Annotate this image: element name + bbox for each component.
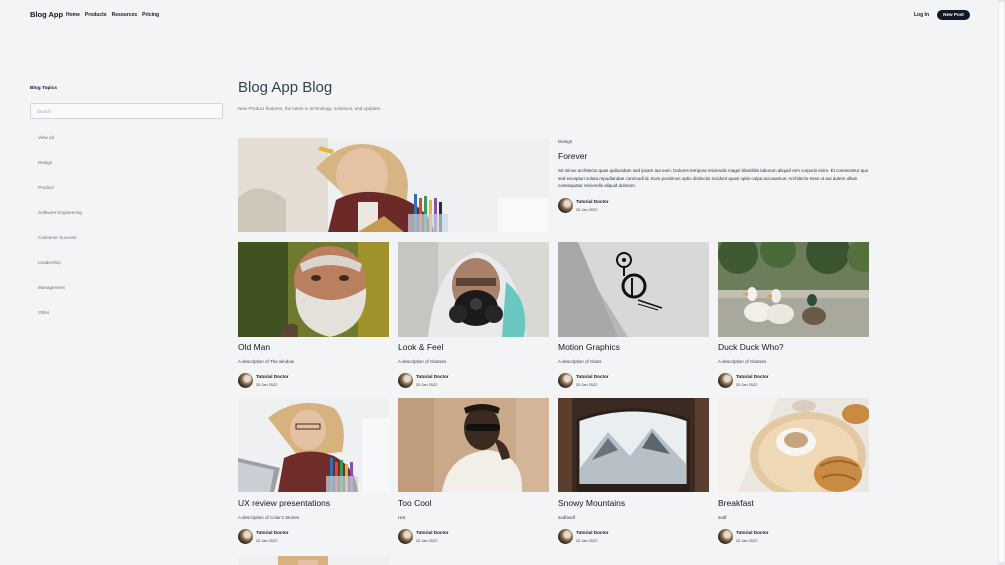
post-description: A description of The window — [238, 359, 294, 364]
author-name: Tutorial Doctor — [736, 374, 769, 379]
login-link[interactable]: Log In — [914, 12, 929, 18]
author-name: Tutorial Doctor — [256, 530, 289, 535]
post-author[interactable]: Tutorial Doctor 20 Jan 2022 — [238, 373, 358, 389]
post-date: 20 Jan 2022 — [736, 538, 758, 543]
main-nav: Home Products Resources Pricing — [66, 12, 159, 18]
topic-design[interactable]: Design — [38, 160, 52, 165]
post-image-ux-review[interactable] — [238, 398, 389, 492]
post-date: 20 Jan 2022 — [416, 382, 438, 387]
author-name: Tutorial Doctor — [576, 530, 609, 535]
post-date: 20 Jan 2022 — [256, 382, 278, 387]
page-subtitle: New Product features, the latest in tech… — [238, 106, 382, 111]
nav-products[interactable]: Products — [85, 12, 107, 18]
post-date: 20 Jan 2022 — [736, 382, 758, 387]
page-scrollbar[interactable] — [998, 0, 1005, 565]
author-name: Tutorial Doctor — [416, 530, 449, 535]
post-title[interactable]: Too Cool — [398, 498, 432, 508]
new-post-button[interactable]: New Post — [937, 10, 970, 20]
post-author[interactable]: Tutorial Doctor 20 Jan 2022 — [558, 529, 678, 545]
topic-management[interactable]: Management — [38, 285, 65, 290]
blog-page: Blog App Home Products Resources Pricing… — [0, 0, 1005, 565]
post-image-next-row[interactable] — [238, 554, 389, 565]
post-image-old-man[interactable] — [238, 242, 389, 337]
featured-title[interactable]: Forever — [558, 151, 587, 161]
post-description: A description of Glasses — [718, 359, 767, 364]
featured-post-image[interactable] — [238, 138, 549, 232]
post-author[interactable]: Tutorial Doctor 20 Jan 2022 — [398, 529, 518, 545]
avatar — [558, 373, 573, 388]
avatar — [558, 529, 573, 544]
post-image-business-card[interactable] — [558, 242, 709, 337]
author-name: Tutorial Doctor — [416, 374, 449, 379]
post-author[interactable]: Tutorial Doctor 20 Jan 2022 — [558, 373, 678, 389]
topic-other[interactable]: Other — [38, 310, 50, 315]
nav-pricing[interactable]: Pricing — [142, 12, 159, 18]
post-description: A description of Glasses — [398, 359, 447, 364]
post-title[interactable]: Motion Graphics — [558, 342, 620, 352]
featured-excerpt: Sit minus architecto quas quibusdam sed … — [558, 168, 869, 189]
post-description: A description of Glass — [558, 359, 602, 364]
post-image-gas-mask[interactable] — [398, 242, 549, 337]
post-author[interactable]: Tutorial Doctor 20 Jan 2022 — [718, 373, 838, 389]
avatar — [718, 529, 733, 544]
topic-leadership[interactable]: Leadership — [38, 260, 61, 265]
post-description: Hat — [398, 515, 406, 520]
avatar — [718, 373, 733, 388]
topic-product[interactable]: Product — [38, 185, 54, 190]
featured-category[interactable]: Design — [558, 139, 572, 144]
post-author[interactable]: Tutorial Doctor 20 Jan 2022 — [718, 529, 838, 545]
post-author[interactable]: Tutorial Doctor 20 Jan 2022 — [398, 373, 518, 389]
post-date: 20 Jan 2022 — [576, 538, 598, 543]
post-description: asdf — [718, 515, 727, 520]
post-title[interactable]: Breakfast — [718, 498, 754, 508]
author-name: Tutorial Doctor — [256, 374, 289, 379]
post-date: 20 Jan 2022 — [576, 382, 598, 387]
post-title[interactable]: Duck Duck Who? — [718, 342, 784, 352]
post-image-breakfast[interactable] — [718, 398, 869, 492]
scrollbar-thumb[interactable] — [999, 2, 1004, 562]
nav-home[interactable]: Home — [66, 12, 80, 18]
topic-software-engineering[interactable]: Software Engineering — [38, 210, 82, 215]
author-name: Tutorial Doctor — [736, 530, 769, 535]
author-name: Tutorial Doctor — [576, 374, 609, 379]
post-title[interactable]: Old Man — [238, 342, 270, 352]
avatar — [558, 198, 573, 213]
nav-resources[interactable]: Resources — [112, 12, 138, 18]
post-title[interactable]: Snowy Mountains — [558, 498, 625, 508]
avatar — [238, 529, 253, 544]
post-image-sunglasses[interactable] — [398, 398, 549, 492]
post-description: asdfasdf — [558, 515, 576, 520]
post-date: 20 Jan 2022 — [416, 538, 438, 543]
avatar — [398, 373, 413, 388]
author-name: Tutorial Doctor — [576, 199, 609, 204]
post-date: 20 Jan 2022 — [576, 207, 598, 212]
avatar — [238, 373, 253, 388]
topic-view-all[interactable]: View all — [38, 135, 54, 140]
post-title[interactable]: UX review presentations — [238, 498, 330, 508]
sidebar-title: Blog Topics — [30, 86, 58, 91]
app-logo[interactable]: Blog App — [30, 10, 63, 19]
page-title: Blog App Blog — [238, 79, 333, 96]
post-image-snowy-window[interactable] — [558, 398, 709, 492]
post-description: A description of Color's Stories — [238, 515, 300, 520]
avatar — [398, 529, 413, 544]
featured-author[interactable]: Tutorial Doctor 20 Jan 2022 — [558, 198, 678, 214]
top-navbar: Blog App Home Products Resources Pricing… — [0, 0, 1005, 30]
topic-customer-success[interactable]: Customer Success — [38, 235, 77, 240]
post-date: 20 Jan 2022 — [256, 538, 278, 543]
post-image-ducks[interactable] — [718, 242, 869, 337]
post-title[interactable]: Look & Feel — [398, 342, 443, 352]
post-author[interactable]: Tutorial Doctor 20 Jan 2022 — [238, 529, 358, 545]
search-input[interactable] — [30, 103, 223, 119]
